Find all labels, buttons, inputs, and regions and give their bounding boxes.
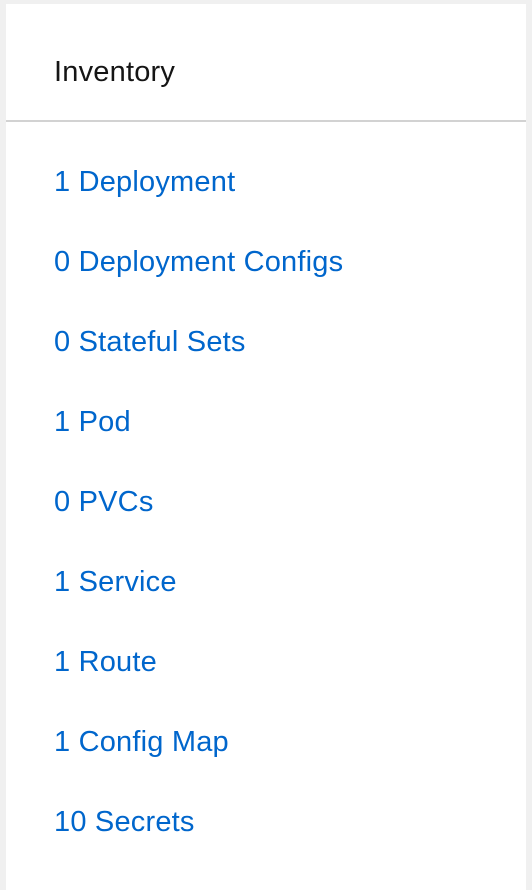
inventory-link-services[interactable]: 1 Service: [54, 566, 177, 598]
inventory-list: 1 Deployment 0 Deployment Configs 0 Stat…: [54, 162, 343, 882]
list-item: 1 Route: [54, 642, 343, 722]
inventory-card: Inventory 1 Deployment 0 Deployment Conf…: [6, 4, 526, 890]
inventory-link-secrets[interactable]: 10 Secrets: [54, 806, 195, 838]
card-header: Inventory: [6, 4, 526, 122]
list-item: 0 Deployment Configs: [54, 242, 343, 322]
list-item: 1 Service: [54, 562, 343, 642]
inventory-link-stateful-sets[interactable]: 0 Stateful Sets: [54, 326, 246, 358]
list-item: 1 Deployment: [54, 162, 343, 242]
list-item: 0 Stateful Sets: [54, 322, 343, 402]
inventory-link-pods[interactable]: 1 Pod: [54, 406, 131, 438]
inventory-link-routes[interactable]: 1 Route: [54, 646, 157, 678]
list-item: 0 PVCs: [54, 482, 343, 562]
list-item: 1 Pod: [54, 402, 343, 482]
inventory-link-config-maps[interactable]: 1 Config Map: [54, 726, 229, 758]
list-item: 10 Secrets: [54, 802, 343, 882]
card-title: Inventory: [54, 56, 176, 88]
inventory-link-deployment-configs[interactable]: 0 Deployment Configs: [54, 246, 343, 278]
inventory-link-pvcs[interactable]: 0 PVCs: [54, 486, 154, 518]
inventory-link-deployments[interactable]: 1 Deployment: [54, 166, 235, 198]
list-item: 1 Config Map: [54, 722, 343, 802]
